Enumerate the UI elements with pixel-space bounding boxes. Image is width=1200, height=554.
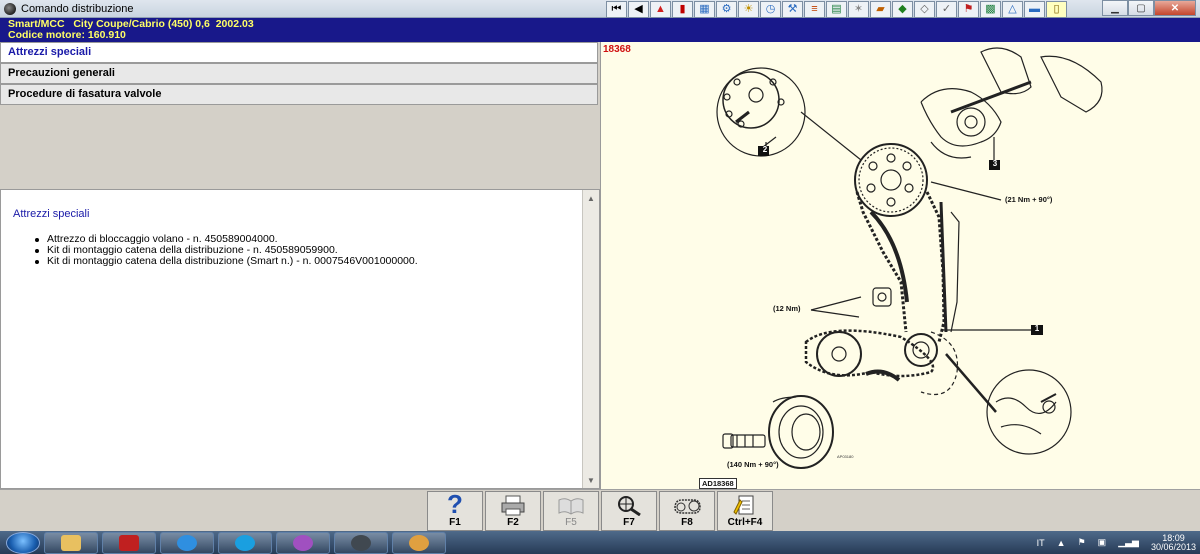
car-icon[interactable]: ◆ [892, 0, 913, 18]
car-blue-icon[interactable]: ▬ [1024, 0, 1045, 18]
start-button-icon[interactable] [6, 531, 40, 554]
battery-icon[interactable]: ▰ [870, 0, 891, 18]
toolbar: ⏮ ◀ ▲ ▮ ▦ ⚙ ☀ ◷ ⚒ ≡ ▤ ✶ ▰ ◆ ◇ ✓ ⚑ ▩ △ ▬ … [606, 0, 1067, 18]
timing-chain-diagram [716, 47, 1103, 469]
file-manager-icon[interactable] [44, 531, 98, 554]
language-indicator[interactable]: IT [1037, 538, 1045, 548]
left-panel: Attrezzi speciali Precauzioni generali P… [0, 42, 600, 489]
clock-icon[interactable]: ◷ [760, 0, 781, 18]
torque-label-mid: (12 Nm) [773, 304, 801, 313]
torque-label-top: (21 Nm + 90°) [1005, 195, 1053, 204]
note-icon[interactable]: ▯ [1046, 0, 1067, 18]
window-controls: ▁ ▢ ✕ [1102, 0, 1196, 17]
function-key-bar: ? F1 F2 F5 F7 F8 Ctrl+F4 [0, 489, 1200, 531]
belt-icon [674, 499, 701, 514]
app-red-icon[interactable] [102, 531, 156, 554]
printer-icon [501, 495, 525, 516]
triangle-icon[interactable]: △ [1002, 0, 1023, 18]
spray-icon[interactable]: ✶ [848, 0, 869, 18]
tool-list: Attrezzo di bloccaggio volano - n. 45058… [13, 234, 570, 267]
maximize-icon[interactable]: ▢ [1128, 0, 1154, 16]
engine-code: Codice motore: 160.910 [8, 29, 126, 41]
clock-date: 30/06/2013 [1150, 541, 1196, 552]
tray-up-arrow-icon[interactable]: ▲ [1057, 538, 1066, 548]
tools-icon[interactable]: ≡ [804, 0, 825, 18]
system-tray: IT ▲ ⚑ ▣ ▁▃▅ 18:09 30/06/2013 [1037, 531, 1196, 554]
tab-procedure-fasatura[interactable]: Procedure di fasatura valvole [0, 84, 598, 105]
grid-icon[interactable]: ▩ [980, 0, 1001, 18]
close-icon[interactable]: ✕ [1154, 0, 1196, 16]
paint-icon[interactable] [392, 531, 446, 554]
scroll-up-icon[interactable]: ▲ [583, 190, 599, 206]
vehicle-model: Smart/MCC City Coupe/Cabrio (450) 0,6 20… [8, 18, 254, 30]
f1-help-button[interactable]: ? F1 [427, 491, 483, 531]
svg-text:?: ? [447, 492, 463, 516]
list-item: Kit di montaggio catena della distribuzi… [35, 256, 570, 267]
content-pane: Attrezzi speciali Attrezzo di bloccaggio… [0, 189, 600, 489]
f5-label: F5 [565, 517, 577, 528]
f2-print-button[interactable]: F2 [485, 491, 541, 531]
sun-icon[interactable]: ☀ [738, 0, 759, 18]
scroll-down-icon[interactable]: ▼ [583, 472, 599, 488]
notepad-icon [733, 495, 754, 515]
ctrl-f4-notes-button[interactable]: Ctrl+F4 [717, 491, 773, 531]
chart-icon[interactable]: ▦ [694, 0, 715, 18]
ie-icon[interactable] [160, 531, 214, 554]
flag-tray-icon[interactable]: ⚑ [1078, 537, 1086, 548]
help-icon: ? [447, 492, 463, 516]
check-icon[interactable]: ✓ [936, 0, 957, 18]
window-title: Comando distribuzione [21, 2, 134, 15]
open-book-icon [558, 498, 584, 515]
callout-2-label: 2 [762, 145, 768, 154]
ctrl-f4-label: Ctrl+F4 [727, 517, 763, 528]
f5-book-button[interactable]: F5 [543, 491, 599, 531]
clock[interactable]: 18:09 30/06/2013 [1150, 533, 1196, 552]
tab-precauzioni-generali[interactable]: Precauzioni generali [0, 63, 598, 84]
first-icon[interactable]: ⏮ [606, 0, 627, 18]
media-icon[interactable] [276, 531, 330, 554]
detail-circle-1 [986, 369, 1072, 455]
diagram-code-small: AP03180 [837, 454, 854, 459]
book-icon[interactable]: ▮ [672, 0, 693, 18]
f8-label: F8 [681, 517, 693, 528]
diagram-panel: 18368 2 3 1 (21 Nm + 90°) (12 Nm) (140 N… [600, 42, 1200, 489]
back-icon[interactable]: ◀ [628, 0, 649, 18]
tab-attrezzi-speciali[interactable]: Attrezzi speciali [0, 42, 598, 63]
app-dark-icon[interactable] [334, 531, 388, 554]
zoom-icon [618, 496, 641, 516]
wrench-icon[interactable]: ⚒ [782, 0, 803, 18]
flag-icon[interactable]: ⚑ [958, 0, 979, 18]
minimize-icon[interactable]: ▁ [1102, 0, 1128, 16]
f1-label: F1 [449, 517, 461, 528]
diagram-code: AD18368 [699, 478, 737, 489]
app-icon [4, 2, 16, 15]
diagram-ref-number: 18368 [603, 44, 631, 55]
callout-3-label: 3 [992, 159, 998, 168]
torque-label-bottom: (140 Nm + 90°) [727, 460, 779, 469]
callout-1-label: 1 [1034, 324, 1040, 333]
gear-icon[interactable]: ⚙ [716, 0, 737, 18]
document-icon[interactable]: ▤ [826, 0, 847, 18]
f7-zoom-button[interactable]: F7 [601, 491, 657, 531]
signal-icon[interactable]: ▁▃▅ [1118, 537, 1139, 548]
car-outline-icon[interactable]: ◇ [914, 0, 935, 18]
taskbar: IT ▲ ⚑ ▣ ▁▃▅ 18:09 30/06/2013 [0, 531, 1200, 554]
f7-label: F7 [623, 517, 635, 528]
warning-icon[interactable]: ▲ [650, 0, 671, 18]
f2-label: F2 [507, 517, 519, 528]
skype-icon[interactable] [218, 531, 272, 554]
f8-belt-button[interactable]: F8 [659, 491, 715, 531]
section-title: Attrezzi speciali [13, 208, 90, 220]
camshaft-sprocket [854, 143, 928, 217]
vertical-scrollbar[interactable]: ▲ ▼ [582, 190, 599, 488]
network-icon[interactable]: ▣ [1098, 537, 1107, 548]
vehicle-info-bar: Smart/MCC City Coupe/Cabrio (450) 0,6 20… [0, 18, 1200, 42]
